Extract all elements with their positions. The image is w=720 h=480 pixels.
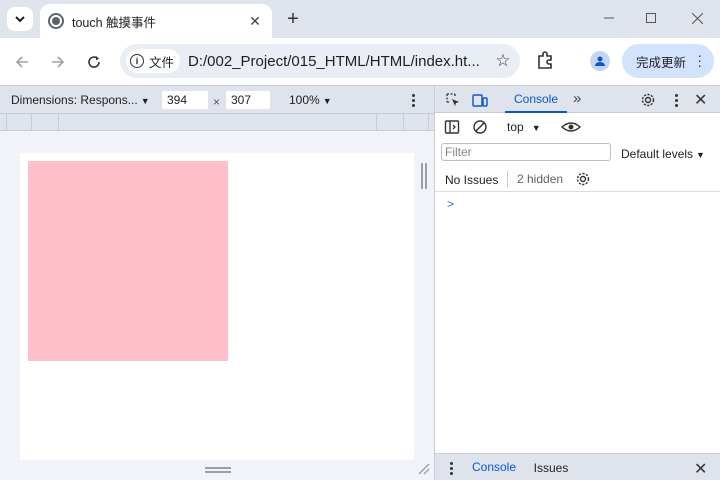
chevron-down-icon — [15, 16, 25, 23]
update-button-label: 完成更新 — [636, 55, 687, 70]
profile-avatar-icon[interactable] — [590, 51, 610, 71]
console-settings-gear-icon[interactable] — [575, 171, 591, 187]
viewport-area — [0, 131, 434, 480]
hidden-count-label: 2 hidden — [507, 171, 563, 187]
media-query-ruler[interactable] — [0, 113, 434, 131]
ruler-tick — [403, 114, 404, 131]
resize-handle-right[interactable] — [421, 163, 427, 189]
arrow-left-icon — [15, 56, 28, 68]
minimize-button[interactable] — [586, 6, 632, 30]
device-toggle-icon[interactable] — [472, 92, 488, 108]
context-select[interactable]: top ▼ — [507, 120, 541, 134]
maximize-button[interactable] — [628, 6, 674, 30]
ruler-tick — [58, 114, 59, 131]
new-tab-button[interactable]: + — [282, 8, 304, 30]
touch-box[interactable] — [28, 161, 228, 361]
device-more-icon[interactable] — [406, 91, 420, 109]
close-window-button[interactable] — [674, 6, 720, 30]
issues-row: No Issues 2 hidden — [435, 166, 720, 192]
log-levels-select[interactable]: Default levels ▼ — [621, 147, 705, 161]
extensions-icon[interactable] — [535, 50, 557, 72]
levels-label: Default levels — [621, 147, 694, 161]
filter-input[interactable] — [441, 143, 611, 161]
drawer-tab-console[interactable]: Console — [465, 454, 523, 480]
minimize-icon — [604, 17, 614, 19]
caret-down-icon: ▼ — [140, 96, 150, 106]
more-tabs-icon[interactable]: » — [573, 90, 581, 107]
caret-down-icon: ▼ — [531, 123, 541, 133]
no-issues-label[interactable]: No Issues — [445, 173, 498, 187]
forward-button[interactable] — [46, 50, 70, 74]
device-toolbar: Dimensions: Respons...▼ × 100%▼ — [0, 85, 434, 113]
times-symbol: × — [213, 95, 221, 109]
devtools-drawer: Console Issues ✕ — [435, 453, 720, 480]
zoom-select[interactable]: 100% ▼ — [289, 93, 332, 107]
caret-down-icon: ▼ — [696, 150, 705, 160]
drawer-more-icon[interactable] — [448, 461, 454, 475]
tab-search-button[interactable] — [7, 7, 33, 31]
resize-handle-bottom[interactable] — [205, 467, 231, 473]
close-tab-icon[interactable]: ✕ — [246, 12, 264, 30]
width-input[interactable] — [162, 91, 208, 109]
caret-down-icon: ▼ — [322, 96, 332, 106]
address-bar[interactable]: i 文件 D:/002_Project/015_HTML/HTML/index.… — [120, 44, 520, 78]
bookmark-star-icon[interactable]: ☆ — [492, 50, 514, 72]
ruler-tick — [6, 114, 7, 131]
dimensions-select[interactable]: Dimensions: Respons... ▼ — [11, 93, 150, 107]
console-prompt[interactable]: > — [447, 197, 454, 211]
sidebar-toggle-icon[interactable] — [444, 119, 460, 135]
reload-icon — [88, 56, 100, 68]
inspect-element-icon[interactable] — [445, 92, 461, 108]
site-chip-label: 文件 — [149, 55, 175, 70]
browser-toolbar: i 文件 D:/002_Project/015_HTML/HTML/index.… — [0, 38, 720, 85]
info-icon: i — [130, 54, 144, 68]
update-button[interactable]: 完成更新 · · · — [622, 44, 714, 78]
device-viewport[interactable] — [20, 153, 414, 460]
reload-button[interactable] — [82, 50, 106, 74]
maximize-icon — [646, 13, 656, 23]
drawer-tab-issues[interactable]: Issues — [527, 454, 575, 480]
site-info-chip[interactable]: i 文件 — [126, 49, 181, 73]
ruler-tick — [31, 114, 32, 131]
back-button[interactable] — [10, 50, 34, 74]
gear-icon[interactable] — [640, 92, 656, 108]
close-icon — [691, 12, 703, 24]
browser-tab[interactable]: touch 触摸事件 ✕ — [40, 4, 272, 38]
devtools-tabbar: Console » ✕ — [435, 86, 720, 113]
url-text[interactable]: D:/002_Project/015_HTML/HTML/index.ht... — [188, 53, 492, 70]
eye-icon[interactable] — [561, 119, 581, 135]
filter-row: Default levels▼ — [435, 140, 720, 166]
console-toolbar: top ▼ — [435, 114, 720, 140]
dimensions-label: Dimensions: Respons... — [11, 93, 138, 107]
ruler-tick — [376, 114, 377, 131]
close-devtools-icon[interactable]: ✕ — [694, 90, 707, 110]
tab-console[interactable]: Console — [505, 86, 567, 113]
ruler-tick — [428, 114, 429, 131]
arrow-right-icon — [52, 56, 65, 68]
close-drawer-icon[interactable]: ✕ — [694, 459, 707, 479]
context-label: top — [507, 120, 524, 134]
resize-corner-icon[interactable] — [418, 463, 430, 475]
tab-title: touch 触摸事件 — [72, 15, 157, 30]
devtools-more-icon[interactable] — [671, 91, 681, 109]
clear-console-icon[interactable] — [472, 119, 488, 135]
more-vert-icon: · · · — [697, 47, 702, 73]
height-input[interactable] — [226, 91, 270, 109]
devtools-panel: Console » ✕ top▼ Default levels▼ No Issu… — [434, 85, 720, 480]
zoom-label: 100% — [289, 93, 320, 107]
globe-icon — [48, 13, 64, 29]
tab-strip: touch 触摸事件 ✕ + — [0, 0, 720, 38]
